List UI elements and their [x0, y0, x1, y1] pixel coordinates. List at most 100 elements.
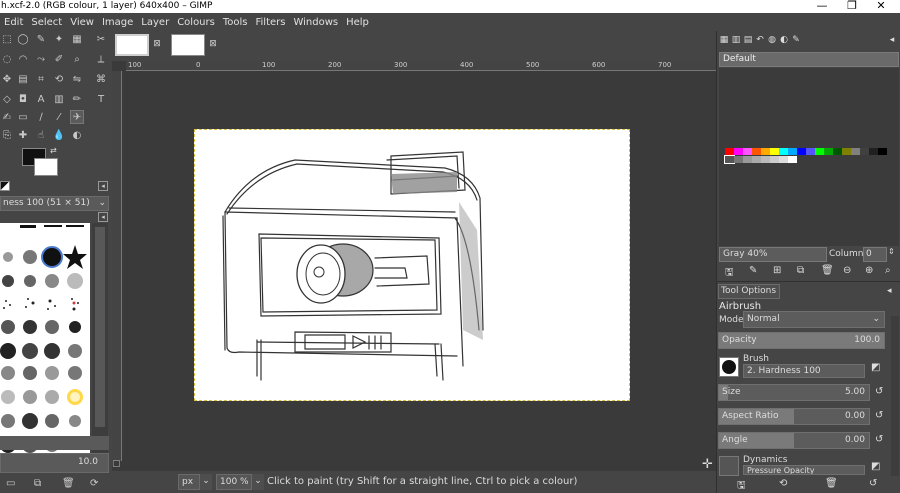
brush-grid[interactable] [0, 223, 90, 461]
paintbrush-icon[interactable]: ✍ [0, 111, 14, 125]
palette-swatch[interactable] [779, 148, 788, 155]
image-tab-1[interactable] [115, 34, 149, 56]
ellipse-select-icon[interactable]: ◯ [16, 33, 30, 47]
toolbox-configure-icon[interactable]: ◂ [98, 181, 108, 191]
palette-swatch[interactable] [761, 148, 770, 155]
dynamics-editor-icon[interactable]: ◩ [871, 461, 880, 472]
refresh-brushes-icon[interactable]: ⟳ [90, 478, 98, 489]
angle-slider[interactable]: Angle 0.00 [718, 432, 870, 449]
image-tab-2[interactable] [171, 34, 205, 56]
palette-swatch[interactable] [770, 148, 779, 155]
duplicate-icon[interactable]: ⧉ [797, 265, 804, 276]
lasso-icon[interactable]: ◠ [16, 53, 30, 67]
airbrush-icon[interactable]: ✈ [70, 110, 84, 124]
palette-swatch[interactable] [752, 148, 761, 155]
aspect-ratio-slider[interactable]: Aspect Ratio 0.00 [718, 408, 870, 425]
magnify-icon[interactable]: ⌕ [70, 53, 84, 67]
palette-swatch[interactable] [734, 148, 743, 155]
menu-tools[interactable]: Tools [219, 17, 252, 28]
reset-aspect-icon[interactable]: ↺ [875, 410, 883, 421]
zoom-select[interactable]: 100 % [216, 474, 252, 490]
menu-select[interactable]: Select [27, 17, 66, 28]
palette-selector[interactable]: Default [719, 52, 899, 67]
brush-scrollbar[interactable] [92, 223, 108, 461]
ink-icon[interactable]: ∕ [34, 111, 48, 125]
layers-tab-icon[interactable]: ▦ [719, 35, 729, 46]
palette-swatch[interactable] [724, 155, 735, 164]
save-options-icon[interactable]: 🖫 [737, 478, 746, 493]
menu-windows[interactable]: Windows [289, 17, 342, 28]
dodge-icon[interactable]: ◐ [70, 129, 84, 143]
palette-swatch[interactable] [851, 148, 860, 155]
mode-select[interactable]: Normal ⌄ [743, 311, 885, 328]
colors-tab-icon[interactable]: ◐ [779, 35, 789, 46]
palette-swatch[interactable] [788, 156, 797, 163]
brush-tab-icon[interactable]: ✎ [791, 35, 801, 46]
palette-swatch[interactable] [824, 148, 833, 155]
palette-swatch[interactable] [725, 148, 734, 155]
paths-icon[interactable]: ⤳ [34, 53, 48, 67]
palette-color-name[interactable]: Gray 40% [719, 247, 827, 262]
menu-filters[interactable]: Filters [251, 17, 289, 28]
move-icon[interactable]: ✥ [0, 73, 14, 87]
horizontal-scrollbar[interactable] [122, 461, 704, 471]
palette-swatch[interactable] [761, 156, 770, 163]
menu-image[interactable]: Image [98, 17, 137, 28]
undo-tab-icon[interactable]: ↶ [755, 35, 765, 46]
align-icon[interactable]: ▤ [16, 73, 30, 87]
gradient-icon[interactable]: ▥ [52, 93, 66, 107]
minimize-button[interactable]: — [807, 0, 837, 13]
close-button[interactable]: ✕ [866, 0, 896, 13]
close-icon[interactable]: ⊠ [208, 39, 218, 49]
edit-icon[interactable]: ✎ [749, 265, 757, 276]
dynamics-preview[interactable] [719, 456, 739, 476]
edit-brush-icon[interactable]: ▭ [6, 478, 15, 489]
brush-preview[interactable] [719, 357, 739, 377]
warp-icon[interactable]: ⌘ [94, 73, 108, 87]
opacity-slider[interactable]: Opacity 100.0 [718, 332, 885, 349]
delete-options-icon[interactable]: 🗑 [825, 478, 838, 489]
zoom-fit-icon[interactable]: ⌕ [885, 265, 891, 276]
dock-configure-icon[interactable]: ◂ [887, 286, 892, 296]
reset-size-icon[interactable]: ↺ [875, 386, 883, 397]
palette-swatch[interactable] [806, 148, 815, 155]
pencil-icon[interactable]: ✏ [70, 93, 84, 107]
menu-edit[interactable]: Edit [0, 17, 27, 28]
tool-options-tab[interactable]: Tool Options [718, 284, 780, 299]
menu-help[interactable]: Help [342, 17, 373, 28]
menu-view[interactable]: View [66, 17, 98, 28]
vertical-scrollbar[interactable] [704, 71, 716, 463]
heal-icon[interactable]: ✚ [16, 129, 30, 143]
palette-swatches[interactable] [719, 68, 899, 246]
foreground-select-icon[interactable]: ◌ [0, 53, 14, 67]
palette-swatch[interactable] [797, 148, 806, 155]
columns-input[interactable]: 0 [863, 247, 887, 262]
brush-select[interactable]: 2. Hardness 100 [743, 364, 865, 378]
menu-layer[interactable]: Layer [137, 17, 173, 28]
navigate-icon[interactable]: ✛ [702, 458, 713, 471]
brush-name-combo[interactable]: ness 100 (51 × 51) ⌄ [0, 196, 109, 211]
restore-options-icon[interactable]: ⟲ [779, 478, 787, 489]
palette-swatch[interactable] [842, 148, 851, 155]
menu-colours[interactable]: Colours [173, 17, 219, 28]
swap-colors-icon[interactable]: ⇄ [50, 147, 58, 155]
scroll-thumb[interactable] [95, 227, 105, 427]
palettes-tab-icon[interactable]: ◍ [767, 35, 777, 46]
palette-swatch[interactable] [743, 148, 752, 155]
measure-icon[interactable]: ⟂ [94, 53, 108, 67]
reset-angle-icon[interactable]: ↺ [875, 434, 883, 445]
palette-swatch[interactable] [833, 148, 842, 155]
channels-tab-icon[interactable]: ▥ [731, 35, 741, 46]
palette-swatch[interactable] [779, 156, 788, 163]
palette-swatch[interactable] [743, 156, 752, 163]
save-icon[interactable]: 🖫 [725, 265, 734, 282]
free-select-icon[interactable]: ✎ [34, 33, 48, 47]
unit-select[interactable]: px [178, 474, 200, 490]
reset-options-icon[interactable]: ↺ [869, 478, 877, 489]
eraser-icon[interactable]: ▭ [16, 111, 30, 125]
text-icon[interactable]: T [94, 93, 108, 107]
close-icon[interactable]: ⊠ [152, 39, 162, 49]
paths-tab-icon[interactable]: ▤ [743, 35, 753, 46]
transform-icon[interactable]: ⟲ [52, 73, 66, 87]
delete-brush-icon[interactable]: 🗑 [62, 478, 75, 489]
